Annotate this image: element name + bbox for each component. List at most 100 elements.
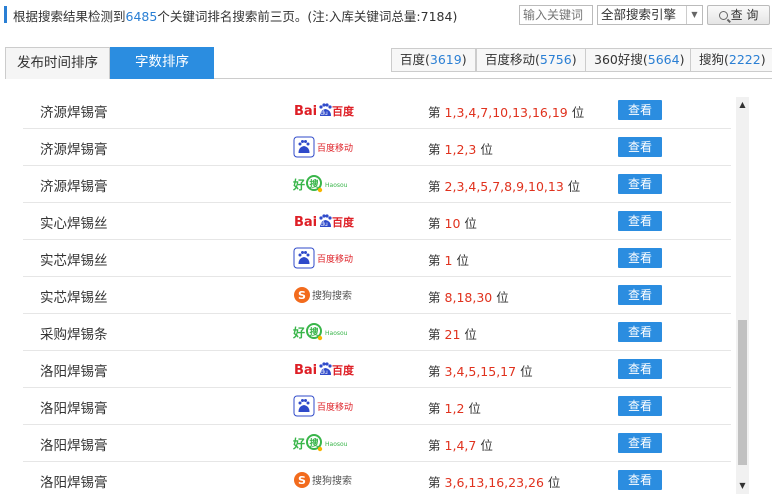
vertical-scrollbar[interactable]: ▲ ▼	[736, 97, 749, 494]
rank-suffix: 位	[567, 179, 581, 194]
table-row: 洛阳焊锡膏 Bai du 百度 第 3,4,5,15,17 位 查看	[23, 351, 731, 388]
engine-tab-360[interactable]: 360好搜(5664)	[585, 48, 694, 72]
rank-suffix: 位	[456, 253, 469, 268]
engine-select-value: 全部搜索引擎	[601, 7, 677, 22]
view-button[interactable]: 查看	[618, 100, 662, 120]
svg-text:Haosou: Haosou	[325, 330, 348, 337]
view-button[interactable]: 查看	[618, 174, 662, 194]
results-summary: 根据搜索结果检测到6485个关键词排名搜索前三页。(注:入库关键词总量:7184…	[13, 6, 457, 25]
svg-text:好: 好	[293, 177, 305, 192]
svg-text:百度移动: 百度移动	[317, 401, 353, 413]
scroll-up-icon[interactable]: ▲	[736, 97, 749, 113]
svg-text:S: S	[298, 474, 306, 487]
row-keyword: 洛阳焊锡膏	[40, 475, 108, 491]
row-rank: 第 1,4,7 位	[428, 435, 493, 454]
row-engine-logo: S 搜狗搜索	[293, 469, 355, 491]
scrollbar-thumb[interactable]	[738, 320, 747, 465]
table-row: 洛阳焊锡膏 好 搜 Haosou 第 1,4,7 位 查看	[23, 425, 731, 462]
rank-suffix: 位	[571, 105, 585, 120]
engine-tab-label: 百度移动	[485, 52, 536, 67]
sogou-logo: S 搜狗搜索	[294, 472, 352, 488]
engine-tab-sogou[interactable]: 搜狗(2222)	[690, 48, 772, 72]
view-button[interactable]: 查看	[618, 248, 662, 268]
row-keyword: 济源焊锡膏	[40, 105, 108, 121]
row-engine-logo: 好 搜 Haosou	[292, 173, 355, 195]
rank-prefix: 第	[428, 179, 441, 194]
row-rank: 第 21 位	[428, 324, 477, 343]
table-row: 实芯焊锡丝 S 搜狗搜索 第 8,18,30 位 查看	[23, 277, 731, 314]
engine-tab-baidu[interactable]: 百度(3619)	[391, 48, 476, 72]
table-row: 采购焊锡条 好 搜 Haosou 第 21 位 查看	[23, 314, 731, 351]
rank-positions: 8,18,30	[444, 290, 493, 305]
table-row: 实心焊锡丝 Bai du 百度 第 10 位 查看	[23, 203, 731, 240]
row-rank: 第 3,4,5,15,17 位	[428, 361, 533, 380]
baidu-mobile-logo: 百度移动	[293, 395, 353, 417]
row-keyword: 实芯焊锡丝	[40, 290, 108, 306]
rank-positions: 1,3,4,7,10,13,16,19	[444, 105, 568, 120]
svg-text:好: 好	[293, 436, 305, 451]
view-button[interactable]: 查看	[618, 396, 662, 416]
rank-suffix: 位	[496, 290, 509, 305]
row-engine-logo: 百度移动	[293, 136, 355, 158]
view-button[interactable]: 查看	[618, 359, 662, 379]
svg-text:du: du	[320, 221, 328, 228]
svg-text:百度: 百度	[332, 104, 355, 118]
engine-select[interactable]: 全部搜索引擎 ▼	[597, 5, 703, 25]
row-keyword: 实芯焊锡丝	[40, 253, 108, 269]
row-keyword: 济源焊锡膏	[40, 179, 108, 195]
chevron-down-icon[interactable]: ▼	[686, 6, 702, 24]
rank-prefix: 第	[428, 142, 441, 157]
row-engine-logo: S 搜狗搜索	[293, 284, 355, 306]
row-keyword: 采购焊锡条	[40, 327, 108, 343]
table-row: 洛阳焊锡膏 S 搜狗搜索 第 3,6,13,16,23,26 位 查看	[23, 462, 731, 494]
search-icon	[718, 11, 728, 20]
engine-tab-label: 百度	[400, 52, 426, 67]
view-button[interactable]: 查看	[618, 470, 662, 490]
rank-prefix: 第	[428, 290, 441, 305]
row-rank: 第 10 位	[428, 213, 477, 232]
header-accent-bar	[4, 6, 7, 23]
baidu-logo: Bai du 百度	[294, 362, 355, 378]
rank-suffix: 位	[464, 216, 477, 231]
rank-suffix: 位	[480, 438, 493, 453]
engine-tab-count: 5664	[647, 52, 680, 67]
view-button[interactable]: 查看	[618, 433, 662, 453]
baidu-logo: Bai du 百度	[294, 103, 355, 119]
rank-positions: 1,4,7	[444, 438, 477, 453]
tab-word-count[interactable]: 字数排序	[110, 47, 214, 79]
table-row: 济源焊锡膏 Bai du 百度 第 1,3,4,7,10,13,16,19 位 查看	[23, 92, 731, 129]
view-button[interactable]: 查看	[618, 285, 662, 305]
rank-prefix: 第	[428, 253, 441, 268]
sogou-logo: S 搜狗搜索	[294, 287, 352, 303]
engine-tab-count: 2222	[728, 52, 761, 67]
row-keyword: 洛阳焊锡膏	[40, 364, 108, 380]
row-rank: 第 8,18,30 位	[428, 287, 509, 306]
svg-text:Haosou: Haosou	[325, 182, 348, 189]
sort-tabs-row: 发布时间排序 字数排序 百度(3619) 百度移动(5756) 360好搜(56…	[5, 47, 772, 79]
view-button[interactable]: 查看	[618, 211, 662, 231]
tab-publish-time[interactable]: 发布时间排序	[5, 47, 110, 79]
row-engine-logo: 好 搜 Haosou	[292, 432, 355, 454]
row-engine-logo: 百度移动	[293, 247, 355, 269]
svg-text:好: 好	[293, 325, 305, 340]
row-rank: 第 1,2 位	[428, 398, 481, 417]
summary-suffix: 个关键词排名搜索前三页。(注:入库关键词总量:7184)	[157, 9, 458, 24]
rank-positions: 10	[444, 216, 461, 231]
engine-tab-baidu-mobile[interactable]: 百度移动(5756)	[476, 48, 586, 72]
engine-tab-label: 360好搜	[594, 52, 643, 67]
rank-positions: 3,6,13,16,23,26	[444, 475, 544, 490]
row-rank: 第1位	[428, 250, 469, 269]
svg-text:百度: 百度	[332, 363, 355, 377]
svg-text:百度移动: 百度移动	[317, 253, 353, 265]
query-button[interactable]: 查 询	[707, 5, 770, 25]
rank-prefix: 第	[428, 475, 441, 490]
rank-prefix: 第	[428, 438, 441, 453]
row-keyword: 洛阳焊锡膏	[40, 401, 108, 417]
rank-prefix: 第	[428, 327, 441, 342]
rank-positions: 1,2	[444, 401, 465, 416]
view-button[interactable]: 查看	[618, 137, 662, 157]
scroll-down-icon[interactable]: ▼	[736, 478, 749, 494]
view-button[interactable]: 查看	[618, 322, 662, 342]
rank-suffix: 位	[468, 401, 481, 416]
keyword-search-input[interactable]	[519, 5, 593, 25]
